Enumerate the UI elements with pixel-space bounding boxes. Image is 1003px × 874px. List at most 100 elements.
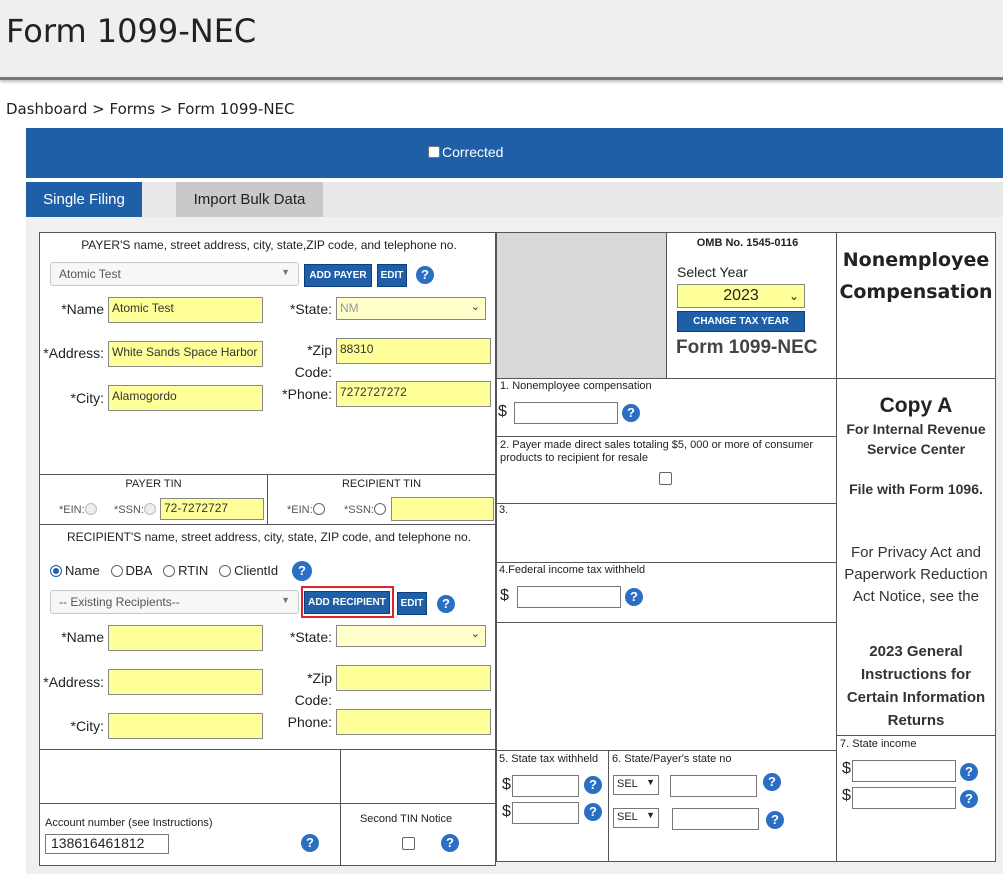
option-dba[interactable]: DBA [110, 563, 153, 578]
box-6-help-icon-2[interactable]: ? [766, 811, 784, 829]
box-4-input[interactable] [517, 586, 621, 608]
recipient-help-icon[interactable]: ? [437, 595, 455, 613]
recipient-zip-input[interactable] [336, 665, 491, 691]
payer-city-label: *City: [70, 390, 104, 406]
tab-single-filing[interactable]: Single Filing [26, 182, 142, 217]
box-6-state-select-2[interactable]: SEL ▼ [613, 808, 659, 828]
privacy-line-1: For Privacy Act and [850, 544, 982, 561]
box-5-help-icon-2[interactable]: ? [584, 803, 602, 821]
payer-city-input[interactable]: Alamogordo [108, 385, 263, 411]
box-3 [496, 503, 837, 563]
option-clientid[interactable]: ClientId [219, 563, 278, 578]
box-5-input-2[interactable] [512, 802, 579, 824]
instructions-line-3: Certain Information [846, 689, 986, 706]
recipient-ein-label: *EIN: [287, 504, 313, 516]
chevron-down-icon: ⌄ [788, 289, 799, 303]
second-tin-help-icon[interactable]: ? [441, 834, 459, 852]
box-6-state-value-1: SEL [617, 778, 638, 790]
radio-dba[interactable] [110, 565, 123, 577]
option-dba-label: DBA [125, 563, 153, 578]
recipient-tin-input[interactable] [391, 497, 494, 521]
box-6-input-2[interactable] [672, 808, 759, 830]
edit-payer-button[interactable]: EDIT [377, 264, 407, 287]
box-7-input-1[interactable] [852, 760, 956, 782]
box-5-input-1[interactable] [512, 775, 579, 797]
box-5-help-icon-1[interactable]: ? [584, 776, 602, 794]
box-7-label: 7. State income [840, 738, 917, 750]
box-5-dollar-2: $ [502, 803, 511, 820]
corrected-checkbox[interactable] [428, 146, 440, 158]
payer-address-label: *Address: [43, 345, 104, 361]
chevron-down-icon: ▼ [646, 810, 655, 820]
box-2-checkbox[interactable] [659, 472, 672, 485]
chevron-down-icon: ⌄ [470, 628, 480, 640]
box-4-help-icon[interactable]: ? [625, 588, 643, 606]
payer-name-input[interactable]: Atomic Test [108, 297, 263, 323]
box-1-help-icon[interactable]: ? [622, 404, 640, 422]
add-payer-button[interactable]: ADD PAYER [304, 264, 372, 287]
corrected-bar: Corrected [26, 128, 1003, 178]
recipient-ssn-radio[interactable] [373, 503, 386, 515]
box-6-help-icon-1[interactable]: ? [763, 773, 781, 791]
box-1-input[interactable] [514, 402, 618, 424]
box-7-help-icon-1[interactable]: ? [960, 763, 978, 781]
tab-import-bulk-data[interactable]: Import Bulk Data [176, 182, 323, 217]
recipient-ssn-label: *SSN: [344, 504, 374, 516]
copy-a-sub-1: For Internal Revenue [846, 421, 986, 437]
payer-select[interactable]: Atomic Test ▼ [50, 262, 299, 286]
payer-tin-input[interactable]: 72-7272727 [160, 498, 264, 520]
payer-phone-input[interactable]: 7272727272 [336, 381, 491, 407]
radio-clientid[interactable] [219, 565, 232, 577]
payer-state-select[interactable]: NM ⌄ [336, 297, 486, 320]
recipient-select[interactable]: -- Existing Recipients-- ▼ [50, 590, 299, 614]
radio-name[interactable] [50, 565, 62, 577]
payer-heading: PAYER'S name, street address, city, stat… [81, 238, 457, 252]
box-6-input-1[interactable] [670, 775, 757, 797]
box-7-input-2[interactable] [852, 787, 956, 809]
payer-name-label: *Name [61, 301, 104, 317]
form-name: Form 1099-NEC [676, 337, 818, 358]
recipient-city-label: *City: [70, 718, 104, 734]
option-name-label: Name [65, 563, 100, 578]
recipient-name-label: *Name [61, 629, 104, 645]
add-recipient-button[interactable]: ADD RECIPIENT [304, 591, 390, 614]
recipient-state-select[interactable]: ⌄ [336, 625, 486, 647]
second-tin-checkbox[interactable] [402, 837, 415, 850]
recipient-zip-label: *Zip [307, 670, 332, 686]
payer-help-icon[interactable]: ? [416, 266, 434, 284]
payer-ssn-radio[interactable] [143, 503, 156, 515]
edit-recipient-button[interactable]: EDIT [397, 592, 427, 615]
recipient-ssn-option[interactable]: *SSN: [344, 503, 389, 516]
recipient-address-input[interactable] [108, 669, 263, 695]
change-tax-year-button[interactable]: CHANGE TAX YEAR [677, 311, 805, 332]
box-6-state-select-1[interactable]: SEL ▼ [613, 775, 659, 795]
corrected-option[interactable]: Corrected [428, 144, 503, 160]
payer-address-input[interactable]: White Sands Space Harbor [108, 341, 263, 367]
box-6 [608, 750, 837, 862]
recipient-state-label: *State: [289, 629, 332, 645]
year-select[interactable]: 2023 ⌄ [677, 284, 805, 308]
box-7-help-icon-2[interactable]: ? [960, 790, 978, 808]
account-input[interactable]: 138616461812 [45, 834, 169, 854]
box-7-dollar-2: $ [842, 787, 851, 804]
recipient-type-help-icon[interactable]: ? [292, 561, 312, 581]
empty-box-left [39, 749, 341, 804]
recipient-phone-input[interactable] [336, 709, 491, 735]
option-name[interactable]: Name [50, 563, 100, 578]
year-value: 2023 [723, 287, 759, 304]
radio-rtin[interactable] [163, 565, 176, 577]
box-6-state-value-2: SEL [617, 811, 638, 823]
payer-ein-radio[interactable] [84, 503, 97, 515]
instructions-line-4: Returns [887, 712, 945, 729]
recipient-ein-option[interactable]: *EIN: [287, 503, 328, 516]
recipient-city-input[interactable] [108, 713, 263, 739]
payer-ein-option[interactable]: *EIN: [59, 503, 100, 516]
recipient-ein-radio[interactable] [312, 503, 325, 515]
chevron-down-icon: ⌄ [470, 301, 480, 313]
payer-zip-input[interactable]: 88310 [336, 338, 491, 364]
recipient-heading: RECIPIENT'S name, street address, city, … [66, 530, 472, 544]
account-help-icon[interactable]: ? [301, 834, 319, 852]
option-rtin[interactable]: RTIN [163, 563, 208, 578]
payer-ssn-option[interactable]: *SSN: [114, 503, 159, 516]
recipient-name-input[interactable] [108, 625, 263, 651]
